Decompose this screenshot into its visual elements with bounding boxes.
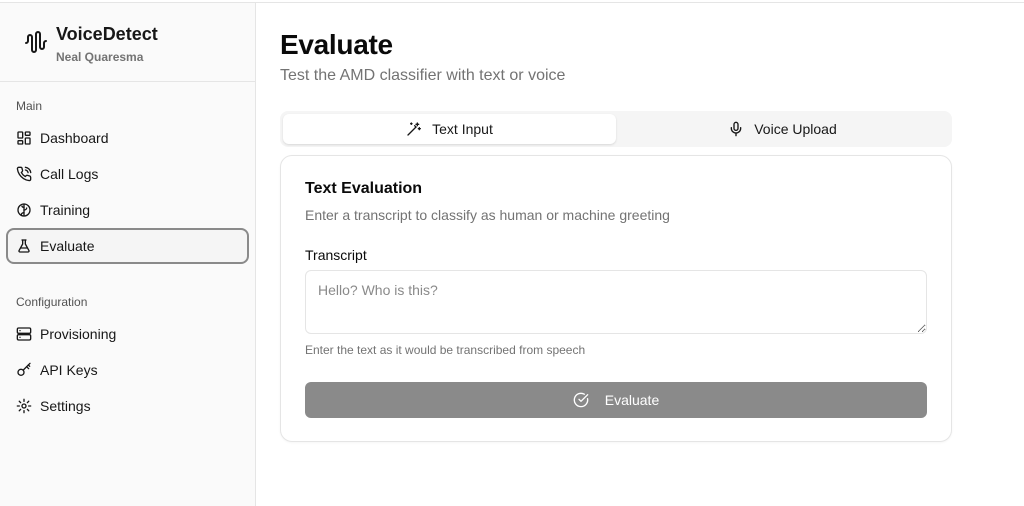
sidebar-item-dashboard[interactable]: Dashboard	[6, 120, 249, 156]
sidebar-item-label: Settings	[40, 398, 91, 414]
sidebar-item-training[interactable]: Training	[6, 192, 249, 228]
audio-waveform-icon	[25, 31, 47, 53]
evaluate-button-label: Evaluate	[604, 392, 660, 408]
wand-sparkles-icon	[406, 121, 422, 137]
tab-text-input[interactable]: Text Input	[283, 114, 616, 144]
flask-icon	[16, 238, 32, 254]
gear-icon	[16, 398, 32, 414]
layout-dashboard-icon	[16, 130, 32, 146]
transcript-label: Transcript	[305, 247, 367, 263]
sidebar-item-provisioning[interactable]: Provisioning	[6, 316, 249, 352]
sidebar-item-label: Call Logs	[40, 166, 99, 182]
card-title: Text Evaluation	[305, 180, 423, 197]
sidebar-item-settings[interactable]: Settings	[6, 388, 249, 424]
tab-voice-upload[interactable]: Voice Upload	[616, 114, 949, 144]
server-icon	[16, 326, 32, 342]
nav-group-label-main: Main	[16, 99, 43, 113]
page-title: Evaluate	[280, 29, 393, 60]
card-description: Enter a transcript to classify as human …	[305, 207, 670, 223]
sidebar-item-label: Evaluate	[40, 238, 95, 254]
transcript-hint: Enter the text as it would be transcribe…	[305, 343, 586, 357]
phone-call-icon	[16, 166, 32, 182]
transcript-input[interactable]	[305, 270, 927, 334]
brain-icon	[16, 202, 32, 218]
sidebar: VoiceDetect Neal Quaresma Main Dashboard…	[0, 3, 256, 506]
evaluate-button[interactable]: Evaluate	[305, 382, 927, 418]
microphone-icon	[728, 121, 744, 137]
sidebar-item-label: Training	[40, 202, 91, 218]
circle-check-icon	[573, 392, 589, 408]
brand-name: VoiceDetect	[56, 24, 158, 44]
sidebar-item-evaluate[interactable]: Evaluate	[6, 228, 249, 264]
brand-user: Neal Quaresma	[56, 50, 144, 64]
sidebar-item-label: Provisioning	[40, 326, 117, 342]
text-evaluation-card: Text Evaluation Enter a transcript to cl…	[280, 155, 952, 442]
sidebar-item-api-keys[interactable]: API Keys	[6, 352, 249, 388]
main-content: Evaluate Test the AMD classifier with te…	[256, 3, 1024, 506]
page-subtitle: Test the AMD classifier with text or voi…	[280, 67, 566, 84]
brand-header: VoiceDetect Neal Quaresma	[0, 3, 255, 82]
sidebar-item-label: Dashboard	[40, 130, 109, 146]
nav-group-label-configuration: Configuration	[16, 295, 88, 309]
sidebar-item-call-logs[interactable]: Call Logs	[6, 156, 249, 192]
tab-label: Voice Upload	[754, 121, 837, 137]
tab-list: Text Input Voice Upload	[280, 111, 952, 147]
key-icon	[16, 362, 32, 378]
sidebar-item-label: API Keys	[40, 362, 98, 378]
tab-label: Text Input	[432, 121, 493, 137]
